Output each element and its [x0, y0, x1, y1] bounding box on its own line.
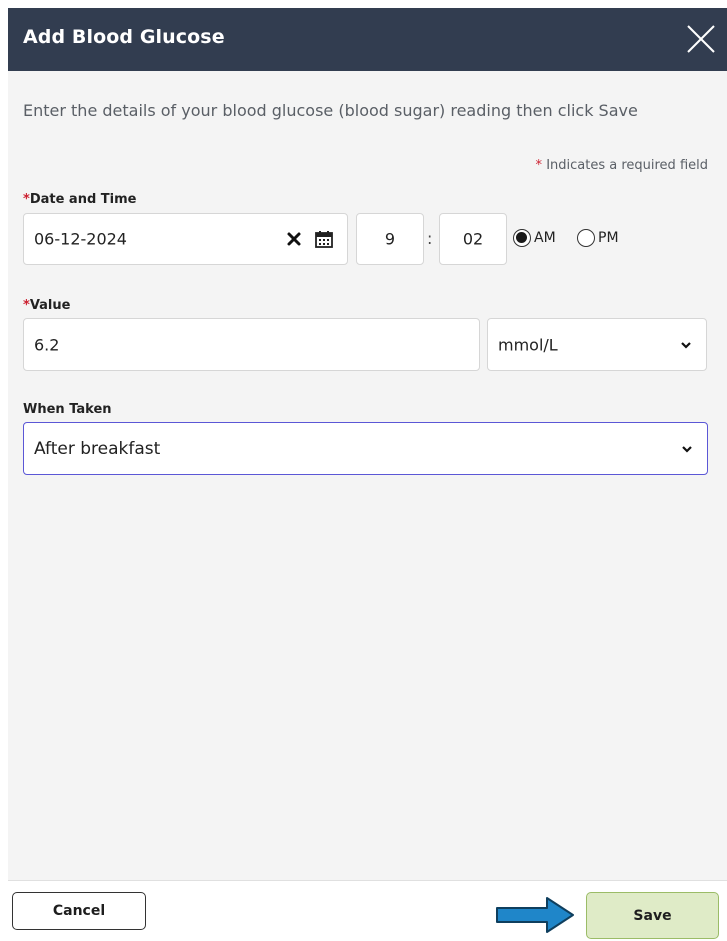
close-icon — [687, 25, 715, 53]
required-star: * — [23, 298, 30, 313]
chevron-down-icon — [681, 341, 691, 349]
save-button-label: Save — [633, 907, 672, 924]
glucose-value: 6.2 — [34, 335, 60, 354]
add-blood-glucose-dialog: Add Blood Glucose Enter the details of y… — [8, 8, 727, 941]
required-field-note: * Indicates a required field — [536, 158, 708, 173]
minute-value: 02 — [462, 229, 484, 249]
hour-input[interactable]: 9 — [356, 213, 424, 265]
value-label-text: Value — [29, 298, 71, 313]
arrow-right-icon — [496, 897, 574, 933]
dialog-header: Add Blood Glucose — [8, 8, 727, 71]
date-input[interactable]: 06-12-2024 — [23, 213, 348, 265]
save-button[interactable]: Save — [586, 892, 719, 939]
required-star: * — [535, 158, 543, 173]
calendar-icon[interactable] — [314, 229, 334, 249]
pm-label[interactable]: PM — [598, 230, 619, 246]
when-taken-value: After breakfast — [34, 438, 161, 459]
value-label: *Value — [23, 298, 70, 313]
date-value: 06-12-2024 — [34, 229, 127, 249]
date-time-label-text: Date and Time — [29, 192, 137, 207]
intro-text: Enter the details of your blood glucose … — [23, 101, 638, 120]
when-taken-select[interactable]: After breakfast — [23, 422, 708, 475]
dialog-title: Add Blood Glucose — [23, 26, 225, 48]
pm-radio[interactable] — [577, 229, 595, 247]
unit-value: mmol/L — [498, 335, 558, 354]
date-time-label: *Date and Time — [23, 192, 136, 207]
when-taken-label: When Taken — [23, 402, 112, 417]
minute-input[interactable]: 02 — [439, 213, 507, 265]
clear-icon[interactable] — [285, 230, 303, 248]
unit-select[interactable]: mmol/L — [487, 318, 707, 371]
am-radio[interactable] — [513, 229, 531, 247]
chevron-down-icon — [682, 445, 692, 453]
required-note-text: Indicates a required field — [546, 158, 708, 173]
cancel-button-label: Cancel — [52, 903, 106, 919]
time-separator: : — [427, 229, 433, 248]
dialog-footer: Cancel Save — [8, 880, 727, 941]
close-button[interactable] — [683, 21, 719, 57]
required-star: * — [23, 192, 30, 207]
value-input[interactable]: 6.2 — [23, 318, 480, 371]
cancel-button[interactable]: Cancel — [12, 892, 146, 930]
am-label[interactable]: AM — [534, 230, 556, 246]
hour-value: 9 — [384, 229, 396, 249]
